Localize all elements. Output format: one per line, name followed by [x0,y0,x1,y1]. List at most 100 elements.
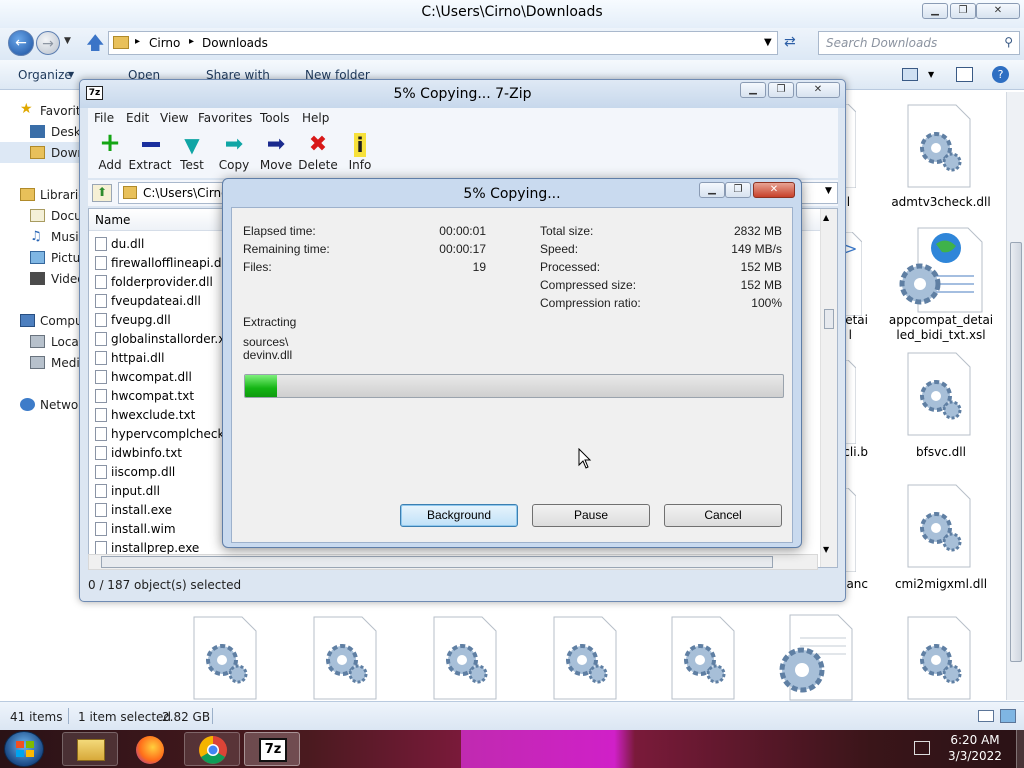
file-icon-appcompat[interactable] [898,226,988,314]
menu-favorites[interactable]: Favorites [198,111,252,125]
cancel-button[interactable]: Cancel [664,504,782,527]
nav-documents[interactable]: Docu [51,209,82,223]
details-view-icon[interactable] [978,710,994,722]
nav-music[interactable]: Musi [51,230,79,244]
compression-ratio-value: 100% [751,296,782,310]
file-icon [95,446,107,460]
pictures-icon [30,251,45,264]
copy-button[interactable]: ➡ Copy [212,128,256,178]
file-icon-cmi2migxml[interactable] [906,484,972,568]
sevenzip-close-button[interactable]: ✕ [796,82,840,98]
maximize-button[interactable]: ❐ [950,3,976,19]
nav-pictures[interactable]: Pictu [51,251,80,265]
dialog-close-button[interactable]: ✕ [753,182,795,198]
preview-pane-icon[interactable] [956,67,973,82]
help-icon[interactable]: ? [992,66,1009,83]
file-icon-bottom-2[interactable] [312,616,378,700]
refresh-icon[interactable]: ⇄ [784,34,796,50]
extract-button[interactable]: Extract [128,128,172,178]
scrollbar-thumb[interactable] [824,309,834,329]
list-horizontal-scrollbar[interactable] [88,554,818,570]
file-icon [95,313,107,327]
file-icon-bottom-6[interactable] [776,614,856,702]
file-icon-bottom-7[interactable] [906,616,972,700]
file-icon [95,484,107,498]
up-folder-icon[interactable]: ⬆ [92,184,112,202]
menu-edit[interactable]: Edit [126,111,149,125]
desktop-icon [30,125,45,138]
nav-computer[interactable]: Compu [40,314,83,328]
chevron-down-icon[interactable]: ▼ [825,186,832,196]
up-arrow-icon[interactable]: 🡅 [86,31,105,61]
scroll-down-icon[interactable]: ▼ [823,545,829,554]
taskbar-7zip[interactable]: 7z [244,732,300,766]
recent-pages-icon[interactable]: ▼ [64,36,71,46]
address-bar[interactable]: ▸ Cirno ▸ Downloads ▼ [108,31,778,55]
delete-button[interactable]: ✖ Delete [296,128,340,178]
status-divider [68,708,69,724]
file-name: hwcompat.txt [111,389,195,403]
music-icon: ♫ [30,229,42,244]
file-label-cmi2migxml: cmi2migxml.dll [894,577,988,591]
file-name: globalinstallorder.xm [111,332,238,346]
close-button[interactable]: ✕ [976,3,1020,19]
file-icon [95,275,107,289]
sevenzip-minimize-button[interactable]: ▁ [740,82,766,98]
nav-network[interactable]: Netwo [40,398,78,412]
menu-file[interactable]: File [94,111,114,125]
file-icon-bfsvc[interactable] [906,352,972,436]
dialog-minimize-button[interactable]: ▁ [699,182,725,198]
minimize-button[interactable]: ▁ [922,3,948,19]
list-vertical-scrollbar[interactable]: ▲ ▼ [820,209,837,567]
add-button[interactable]: + Add [88,128,132,178]
menu-tools[interactable]: Tools [260,111,290,125]
info-button[interactable]: i Info [338,128,382,178]
folder-icon [113,36,129,49]
test-button[interactable]: ▼ Test [170,128,214,178]
breadcrumb-downloads[interactable]: Downloads [202,36,268,50]
views-icon[interactable] [902,68,918,81]
taskbar-chrome[interactable] [184,732,240,766]
media-drive-icon [30,356,45,369]
explorer-scrollbar[interactable] [1006,92,1024,700]
forward-button[interactable]: → [36,31,60,55]
show-desktop-button[interactable] [1016,730,1024,768]
total-size-label: Total size: [540,224,594,238]
file-icon-bottom-4[interactable] [552,616,618,700]
h-scrollbar-thumb[interactable] [101,556,773,568]
start-button[interactable] [4,731,44,767]
dialog-maximize-button[interactable]: ❐ [725,182,751,198]
nav-local-disk[interactable]: Local [51,335,82,349]
chevron-down-icon[interactable]: ▼ [928,70,934,79]
file-icon [95,370,107,384]
file-icon-admtv3check[interactable] [906,104,972,188]
sevenzip-maximize-button[interactable]: ❐ [768,82,794,98]
menu-view[interactable]: View [160,111,188,125]
network-tray-icon[interactable] [914,741,930,755]
taskbar-firefox[interactable] [122,732,178,766]
breadcrumb-cirno[interactable]: Cirno [149,36,180,50]
nav-media[interactable]: Medi [51,356,80,370]
file-label-appcompat-1: appcompat_detai [888,313,994,327]
large-icons-view-icon[interactable] [1000,709,1016,723]
back-button[interactable]: ← [8,30,34,56]
organize-button[interactable]: Organize [18,68,72,82]
scroll-up-icon[interactable]: ▲ [823,213,829,222]
pause-button[interactable]: Pause [532,504,650,527]
taskbar-explorer[interactable] [62,732,118,766]
copy-dialog-title-bar: 5% Copying... ▁ ❐ ✕ [223,179,801,207]
search-input[interactable]: Search Downloads ⚲ [818,31,1020,55]
background-button[interactable]: Background [400,504,518,527]
file-icon-bottom-1[interactable] [192,616,258,700]
column-name[interactable]: Name [95,213,130,227]
move-label: Move [259,158,293,172]
menu-help[interactable]: Help [302,111,329,125]
remaining-label: Remaining time: [243,242,330,256]
scrollbar-thumb[interactable] [1010,242,1022,662]
file-icon-bottom-3[interactable] [432,616,498,700]
chevron-down-icon[interactable]: ▼ [764,37,772,48]
move-button[interactable]: ➡ Move [254,128,298,178]
nav-favorites[interactable]: Favorit [40,104,81,118]
taskbar-clock[interactable]: 6:20 AM 3/3/2022 [940,732,1010,764]
file-icon-bottom-5[interactable] [670,616,736,700]
